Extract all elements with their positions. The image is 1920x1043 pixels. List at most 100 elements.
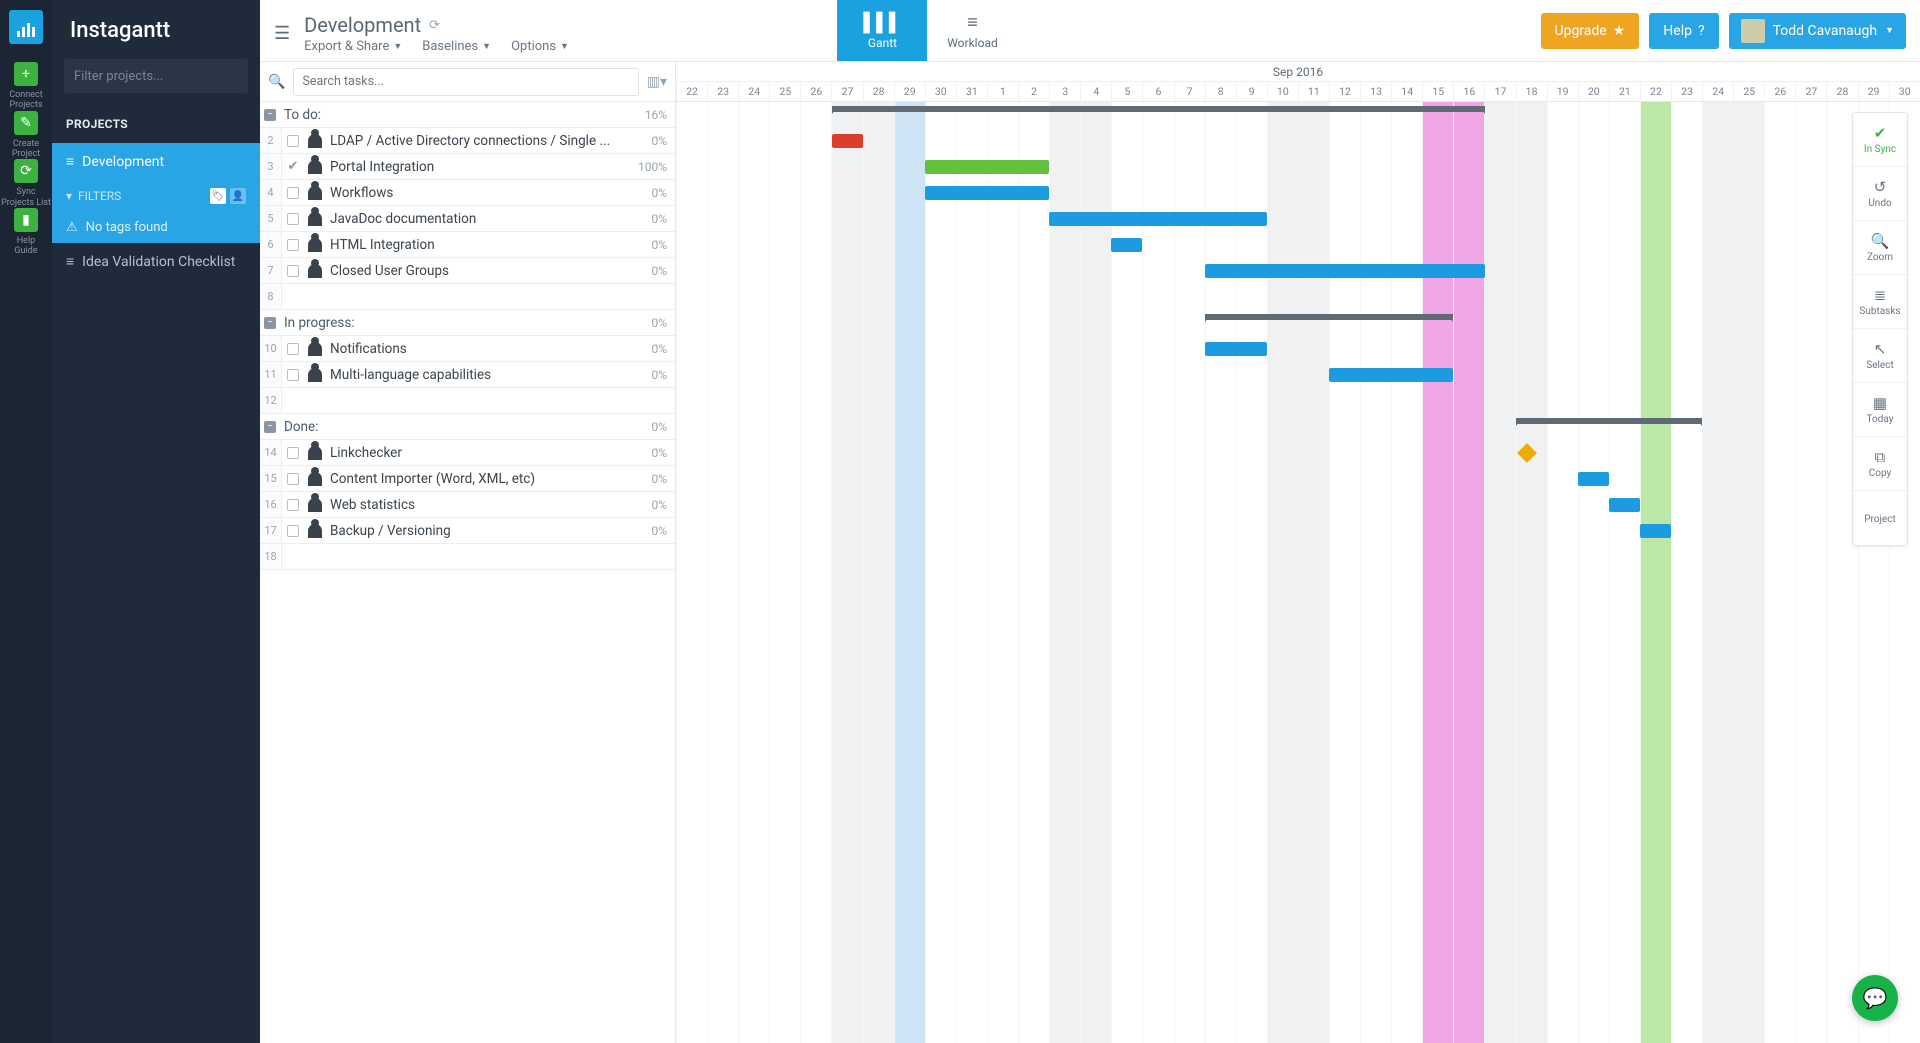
rail-connect-projects[interactable]: +ConnectProjects (1, 62, 51, 111)
checkbox[interactable] (287, 265, 299, 277)
day-header: 31 (956, 82, 987, 101)
user-icon[interactable]: 👤 (230, 188, 246, 204)
checkbox[interactable] (287, 343, 299, 355)
bar-content-importer[interactable] (1578, 472, 1609, 486)
task-row[interactable]: 16Web statistics0% (260, 492, 675, 518)
bar-html[interactable] (1111, 238, 1142, 252)
tool-copy[interactable]: ⧉Copy (1853, 437, 1907, 491)
check-icon[interactable]: ✔ (288, 159, 299, 174)
assignee-icon[interactable] (308, 186, 322, 200)
section-done[interactable]: −Done:0% (260, 414, 675, 440)
bar-portal[interactable] (925, 160, 1049, 174)
bar-multilang[interactable] (1329, 368, 1453, 382)
assignee-icon[interactable] (308, 238, 322, 252)
project-title: Development (304, 13, 421, 37)
task-row[interactable]: 18 (260, 544, 675, 570)
rail-create-project[interactable]: ✎CreateProject (1, 111, 51, 160)
upgrade-button[interactable]: Upgrade ★ (1541, 13, 1640, 49)
summary-inprogress[interactable] (1205, 314, 1454, 320)
search-tasks-input[interactable] (293, 68, 638, 96)
columns-icon[interactable]: ▥▾ (647, 74, 667, 90)
tool-in-sync[interactable]: ✔In Sync (1853, 113, 1907, 167)
milestone-linkchecker[interactable] (1517, 443, 1537, 463)
app-logo[interactable] (9, 10, 43, 44)
checkbox[interactable] (287, 187, 299, 199)
menu-baselines[interactable]: Baselines▼ (422, 39, 491, 54)
assignee-icon[interactable] (308, 472, 322, 486)
task-row[interactable]: 15Content Importer (Word, XML, etc)0% (260, 466, 675, 492)
task-pct: 0% (625, 342, 675, 356)
task-row[interactable]: 12 (260, 388, 675, 414)
assignee-icon[interactable] (308, 160, 322, 174)
menu-export-share[interactable]: Export & Share▼ (304, 39, 402, 54)
collapse-icon[interactable]: − (260, 421, 280, 433)
tool-subtasks[interactable]: ≣Subtasks (1853, 275, 1907, 329)
main-area: ☰ Development ⟳ Export & Share▼ Baselines… (260, 0, 1920, 1043)
checkbox[interactable] (287, 135, 299, 147)
checkbox[interactable] (287, 369, 299, 381)
tool-today[interactable]: ▦Today (1853, 383, 1907, 437)
checkbox[interactable] (287, 499, 299, 511)
tool-project[interactable]: Project (1853, 491, 1907, 545)
chat-bubble[interactable]: 💬 (1852, 975, 1898, 1021)
bar-web-stats[interactable] (1609, 498, 1640, 512)
bar-closed-groups[interactable] (1205, 264, 1485, 278)
task-row[interactable]: 8 (260, 284, 675, 310)
tool-select[interactable]: ↖Select (1853, 329, 1907, 383)
assignee-icon[interactable] (308, 524, 322, 538)
assignee-icon[interactable] (308, 498, 322, 512)
assignee-icon[interactable] (308, 264, 322, 278)
checkbox[interactable] (287, 525, 299, 537)
filters-row[interactable]: ▾FILTERS🏷👤 (52, 180, 260, 212)
bar-javadoc[interactable] (1049, 212, 1267, 226)
project-idea-validation-checklist[interactable]: ≡Idea Validation Checklist (52, 243, 260, 280)
rail-sync-projects-list[interactable]: ⟳SyncProjects List (1, 159, 51, 208)
tab-gantt[interactable]: ▌▌▌Gantt (837, 0, 927, 61)
tab-workload[interactable]: ≡Workload (927, 0, 1017, 61)
collapse-icon[interactable]: − (260, 109, 280, 121)
summary-todo[interactable] (832, 106, 1485, 112)
task-row[interactable]: 3✔Portal Integration100% (260, 154, 675, 180)
project-development[interactable]: ≡Development (52, 143, 260, 180)
summary-done[interactable] (1516, 418, 1703, 424)
assignee-icon[interactable] (308, 446, 322, 460)
menu-icon[interactable]: ☰ (274, 23, 290, 44)
task-row[interactable]: 7Closed User Groups0% (260, 258, 675, 284)
task-row[interactable]: 5JavaDoc documentation0% (260, 206, 675, 232)
checkbox[interactable] (287, 239, 299, 251)
bar-notifications[interactable] (1205, 342, 1267, 356)
checkbox[interactable] (287, 473, 299, 485)
rail-help-guide[interactable]: ▮HelpGuide (1, 208, 51, 257)
user-menu[interactable]: Todd Cavanaugh ▼ (1729, 13, 1906, 49)
assignee-icon[interactable] (308, 212, 322, 226)
collapse-icon[interactable]: − (260, 317, 280, 329)
section-todo[interactable]: −To do:16% (260, 102, 675, 128)
tag-icon[interactable]: 🏷 (210, 188, 226, 204)
tool-zoom[interactable]: 🔍Zoom (1853, 221, 1907, 275)
task-row[interactable]: 10Notifications0% (260, 336, 675, 362)
filter-projects-input[interactable] (64, 59, 248, 93)
tool-undo[interactable]: ↺Undo (1853, 167, 1907, 221)
help-button[interactable]: Help ? (1649, 13, 1718, 49)
reload-icon[interactable]: ⟳ (429, 18, 440, 33)
task-name: Backup / Versioning (326, 523, 625, 539)
task-row[interactable]: 6HTML Integration0% (260, 232, 675, 258)
assignee-icon[interactable] (308, 368, 322, 382)
task-row[interactable]: 4Workflows0% (260, 180, 675, 206)
select-icon: ↖ (1874, 340, 1887, 358)
bar-workflows[interactable] (925, 186, 1049, 200)
task-row[interactable]: 2LDAP / Active Directory connections / S… (260, 128, 675, 154)
day-header: 8 (1205, 82, 1236, 101)
task-row[interactable]: 14Linkchecker0% (260, 440, 675, 466)
section-inprogress[interactable]: −In progress:0% (260, 310, 675, 336)
bar-backup[interactable] (1640, 524, 1671, 538)
task-row[interactable]: 17Backup / Versioning0% (260, 518, 675, 544)
checkbox[interactable] (287, 447, 299, 459)
assignee-icon[interactable] (308, 134, 322, 148)
task-row[interactable]: 11Multi-language capabilities0% (260, 362, 675, 388)
bar-ldap[interactable] (832, 134, 863, 148)
gantt-chart[interactable]: Sep 2016 2223242526272829303112345678910… (676, 62, 1920, 1043)
menu-options[interactable]: Options▼ (511, 39, 569, 54)
checkbox[interactable] (287, 213, 299, 225)
assignee-icon[interactable] (308, 342, 322, 356)
